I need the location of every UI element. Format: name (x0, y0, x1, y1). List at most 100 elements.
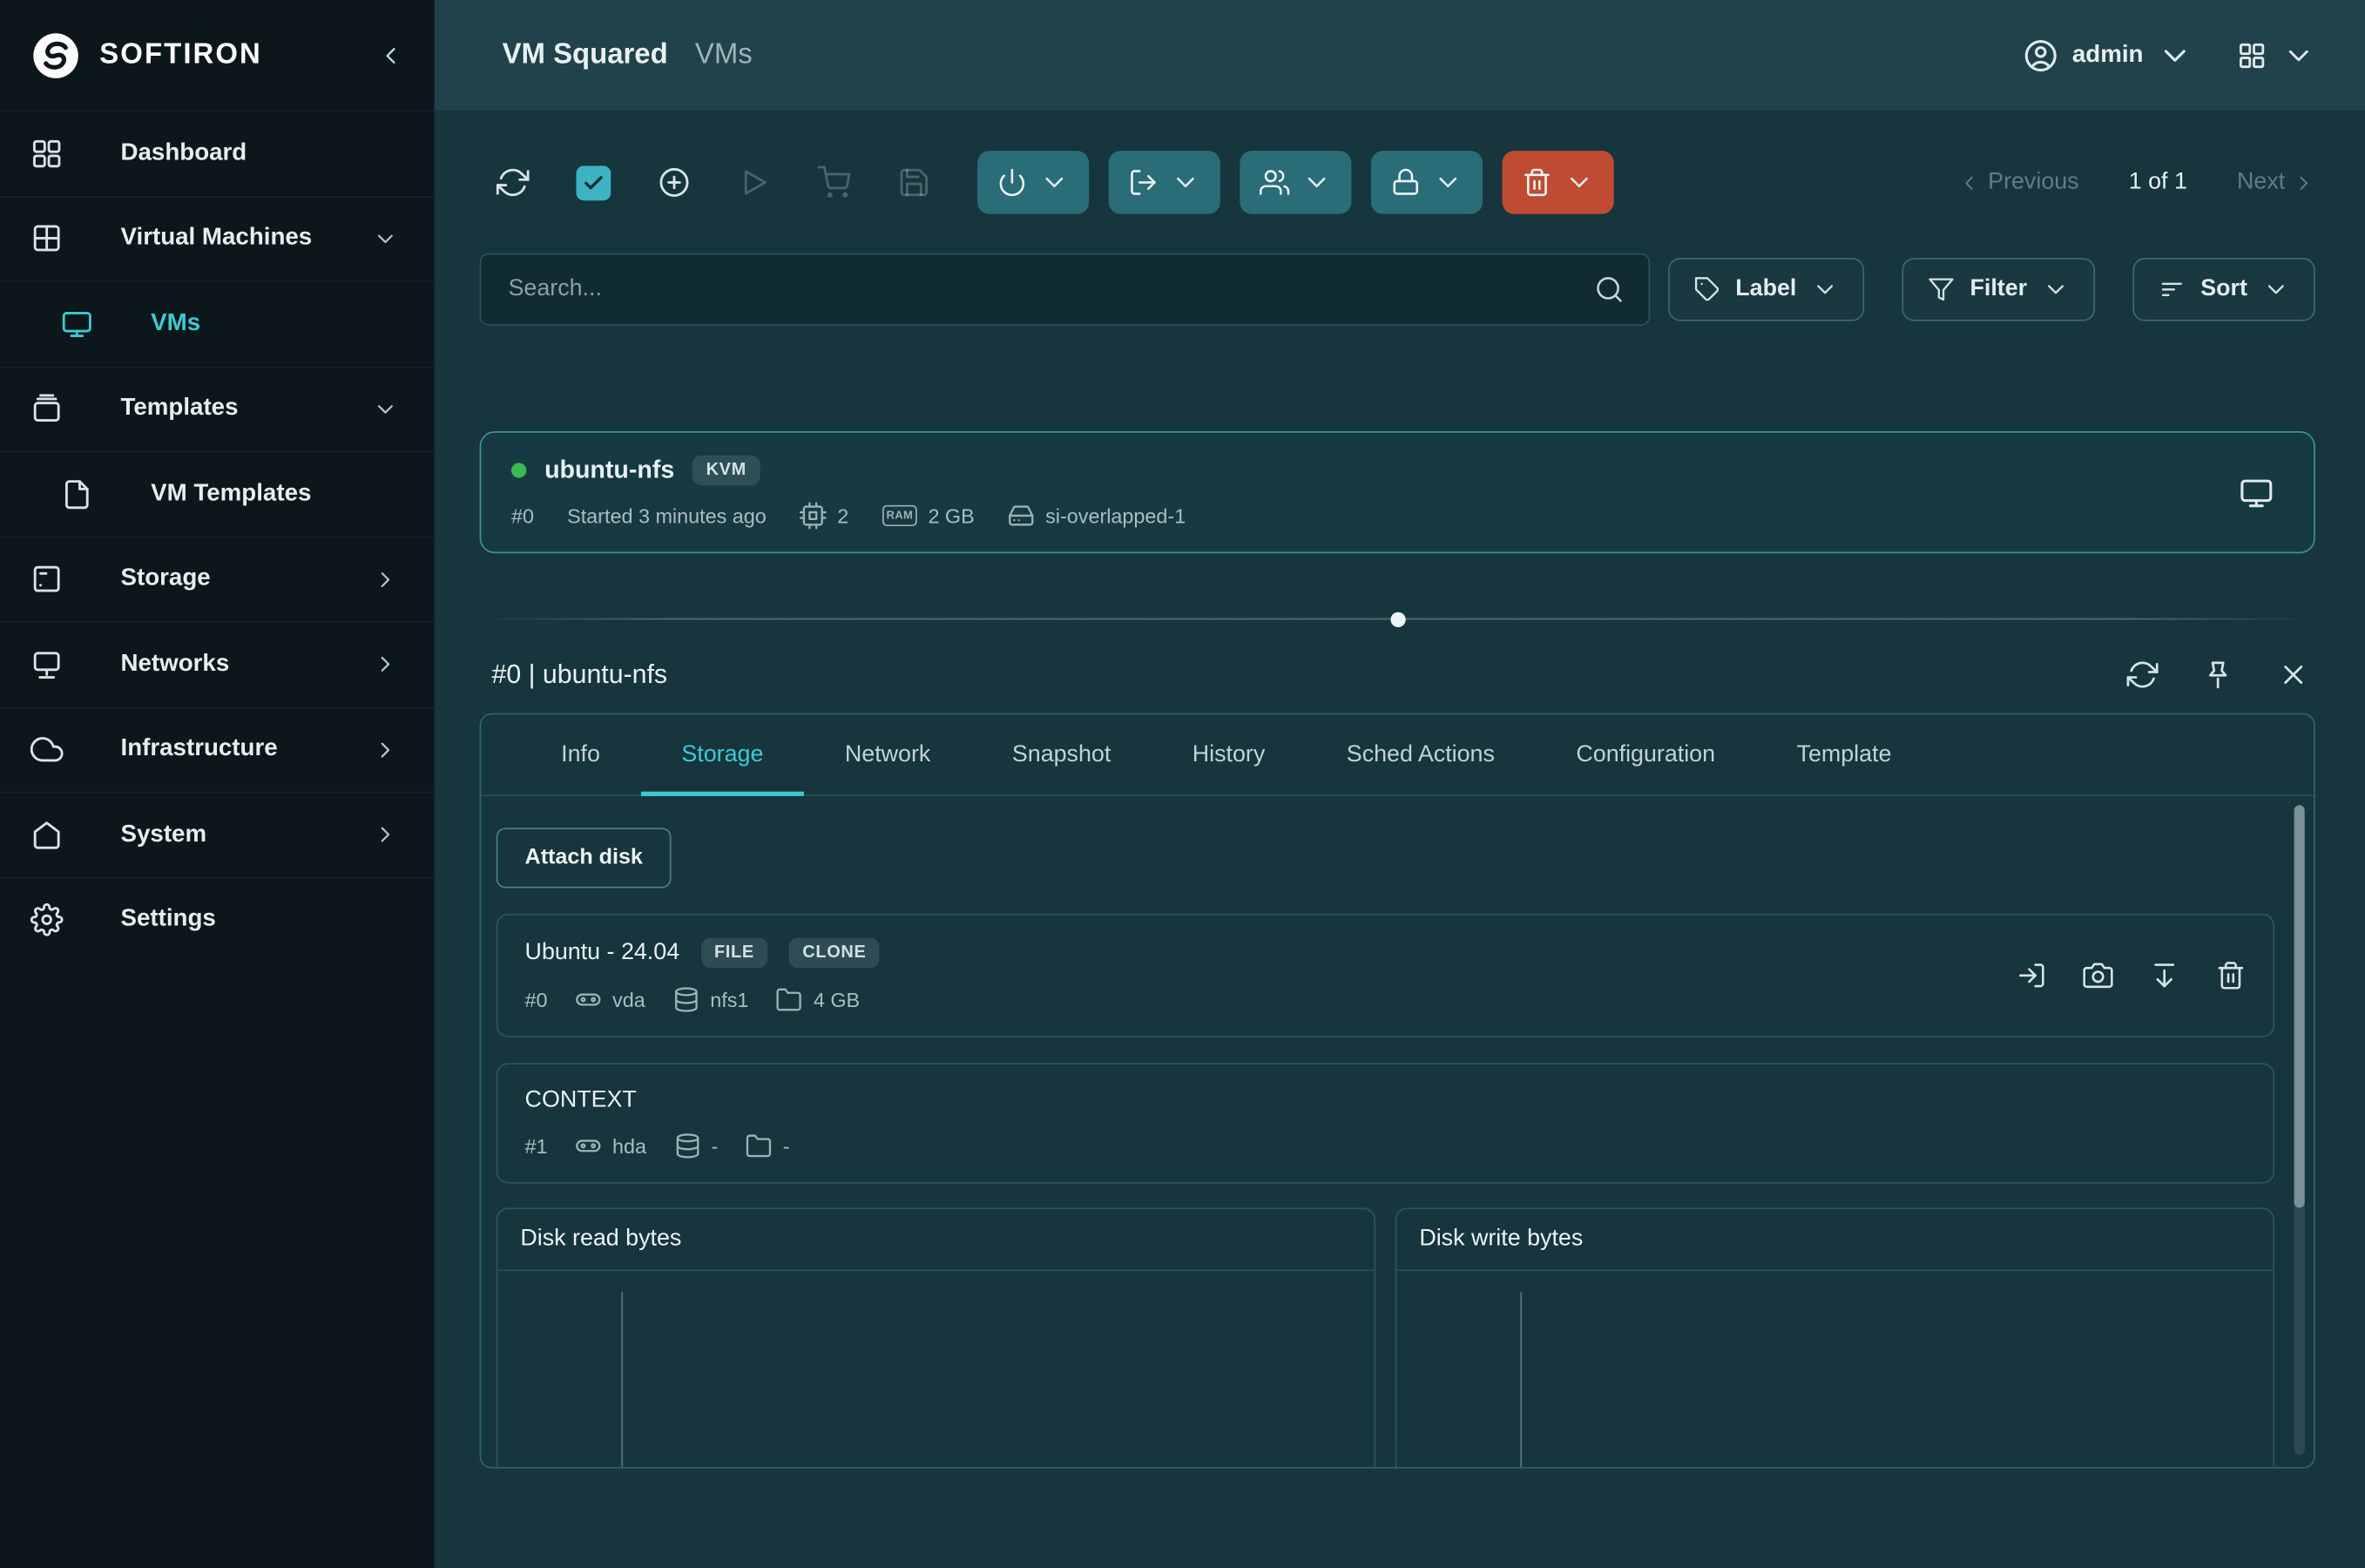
sidebar-item-label: Storage (121, 565, 211, 592)
refresh-button[interactable] (497, 166, 530, 199)
virtual-machines-icon (30, 222, 64, 255)
previous-page-button[interactable]: Previous (1958, 169, 2079, 196)
cloud-icon (30, 733, 64, 767)
app-root: SOFTIRON Dashboard Virtual Machines VMs … (0, 0, 2365, 1568)
delete-disk-button[interactable] (2216, 961, 2247, 991)
sidebar-item-infrastructure[interactable]: Infrastructure (0, 706, 435, 792)
check-icon (582, 171, 605, 193)
vm-list-row[interactable]: ubuntu-nfs KVM #0 Started 3 minutes ago … (480, 431, 2315, 553)
detach-disk-button[interactable] (2017, 961, 2047, 991)
chart-plot-area (1396, 1271, 2273, 1469)
marketplace-button[interactable] (817, 166, 850, 199)
sidebar-item-virtual-machines[interactable]: Virtual Machines (0, 195, 435, 280)
open-console-button[interactable] (2229, 473, 2283, 512)
sidebar-collapse-button[interactable] (377, 42, 404, 69)
snapshot-disk-button[interactable] (2083, 961, 2113, 991)
tab-history[interactable]: History (1152, 714, 1306, 794)
tab-snapshot[interactable]: Snapshot (971, 714, 1152, 794)
disk-info: Ubuntu - 24.04 FILE CLONE #0 vda (525, 938, 2017, 1014)
user-menu[interactable]: admin (2023, 37, 2193, 73)
sidebar-item-system[interactable]: System (0, 792, 435, 877)
storage-icon (30, 563, 64, 596)
lock-actions-dropdown[interactable] (1371, 151, 1483, 214)
apps-menu[interactable] (2235, 38, 2315, 71)
power-actions-dropdown[interactable] (977, 151, 1089, 214)
sidebar-item-label: Infrastructure (121, 736, 278, 763)
resume-button[interactable] (738, 166, 771, 199)
chevron-right-icon (373, 737, 398, 762)
console-monitor-icon (2239, 474, 2275, 510)
storage-tab-content: Attach disk Ubuntu - 24.04 FILE CLONE #0 (481, 796, 2314, 1469)
dashboard-icon (30, 137, 64, 170)
chevron-left-icon (1958, 171, 1981, 193)
label-button-text: Label (1735, 276, 1796, 303)
chevron-left-icon (377, 42, 404, 69)
panel-scrollbar-track[interactable] (2294, 805, 2305, 1455)
chevron-down-icon (2042, 276, 2069, 303)
plus-circle-icon (658, 166, 691, 199)
delete-actions-dropdown[interactable] (1503, 151, 1614, 214)
file-icon (60, 477, 93, 510)
save-button[interactable] (897, 166, 930, 199)
select-all-checkbox[interactable] (576, 166, 611, 200)
tab-sched-actions[interactable]: Sched Actions (1306, 714, 1536, 794)
panel-scrollbar-thumb[interactable] (2294, 805, 2305, 1208)
sidebar-item-storage[interactable]: Storage (0, 536, 435, 621)
detail-refresh-button[interactable] (2126, 659, 2158, 690)
sidebar-item-dashboard[interactable]: Dashboard (0, 110, 435, 195)
tab-network[interactable]: Network (804, 714, 971, 794)
label-button[interactable]: Label (1667, 258, 1864, 321)
trash-icon (1522, 167, 1552, 198)
toolbar-tools (480, 166, 931, 200)
vm-toolbar: Previous 1 of 1 Next (480, 146, 2315, 219)
top-header: VM Squared VMs admin (435, 0, 2365, 110)
database-icon (672, 986, 699, 1013)
tab-template[interactable]: Template (1756, 714, 1932, 794)
vm-summary: ubuntu-nfs KVM #0 Started 3 minutes ago … (511, 456, 2229, 530)
templates-icon (30, 392, 64, 425)
cart-icon (817, 166, 850, 199)
disk-target: vda (575, 986, 645, 1013)
resize-disk-button[interactable] (2149, 961, 2179, 991)
tag-icon (1693, 276, 1720, 303)
sidebar-item-vms[interactable]: VMs (0, 280, 435, 366)
power-icon (997, 167, 1028, 198)
sidebar-item-settings[interactable]: Settings (0, 876, 435, 962)
ownership-actions-dropdown[interactable] (1240, 151, 1351, 214)
disk-type-badge: FILE (700, 938, 767, 969)
disk-actions (2017, 961, 2246, 991)
sidebar-item-networks[interactable]: Networks (0, 621, 435, 706)
splitter-drag-handle[interactable] (1390, 612, 1405, 626)
detail-title: #0 | ubuntu-nfs (491, 659, 667, 690)
tab-configuration[interactable]: Configuration (1536, 714, 1756, 794)
pagination: Previous 1 of 1 Next (1958, 169, 2315, 196)
trash-icon (2216, 961, 2247, 991)
sidebar-item-templates[interactable]: Templates (0, 366, 435, 451)
vm-detail-panel: Info Storage Network Snapshot History Sc… (480, 713, 2315, 1469)
tab-storage[interactable]: Storage (641, 714, 805, 794)
tab-info[interactable]: Info (520, 714, 640, 794)
next-page-button[interactable]: Next (2237, 169, 2315, 196)
attach-disk-button[interactable]: Attach disk (497, 828, 672, 888)
home-icon (30, 818, 64, 851)
disk-title-row: Ubuntu - 24.04 FILE CLONE (525, 938, 2017, 969)
filter-buttons: Label Filter Sort (1667, 258, 2314, 321)
filter-button[interactable]: Filter (1902, 258, 2095, 321)
search-input[interactable] (505, 274, 1594, 305)
network-icon (30, 648, 64, 681)
create-vm-button[interactable] (658, 166, 691, 199)
sort-button[interactable]: Sort (2132, 258, 2315, 321)
chevron-right-icon (373, 652, 398, 677)
hard-drive-icon (1008, 502, 1035, 529)
migrate-actions-dropdown[interactable] (1109, 151, 1220, 214)
gear-icon (30, 903, 64, 936)
detail-close-button[interactable] (2278, 659, 2309, 690)
disk-datastore: nfs1 (672, 986, 748, 1013)
detail-pin-button[interactable] (2202, 659, 2233, 690)
disc-icon (575, 986, 602, 1013)
monitor-icon (60, 308, 93, 341)
sidebar-item-vm-templates[interactable]: VM Templates (0, 451, 435, 537)
sidebar-item-label: Dashboard (121, 140, 247, 167)
disk-row: Ubuntu - 24.04 FILE CLONE #0 vda (497, 914, 2274, 1037)
chart-y-axis (621, 1292, 623, 1469)
